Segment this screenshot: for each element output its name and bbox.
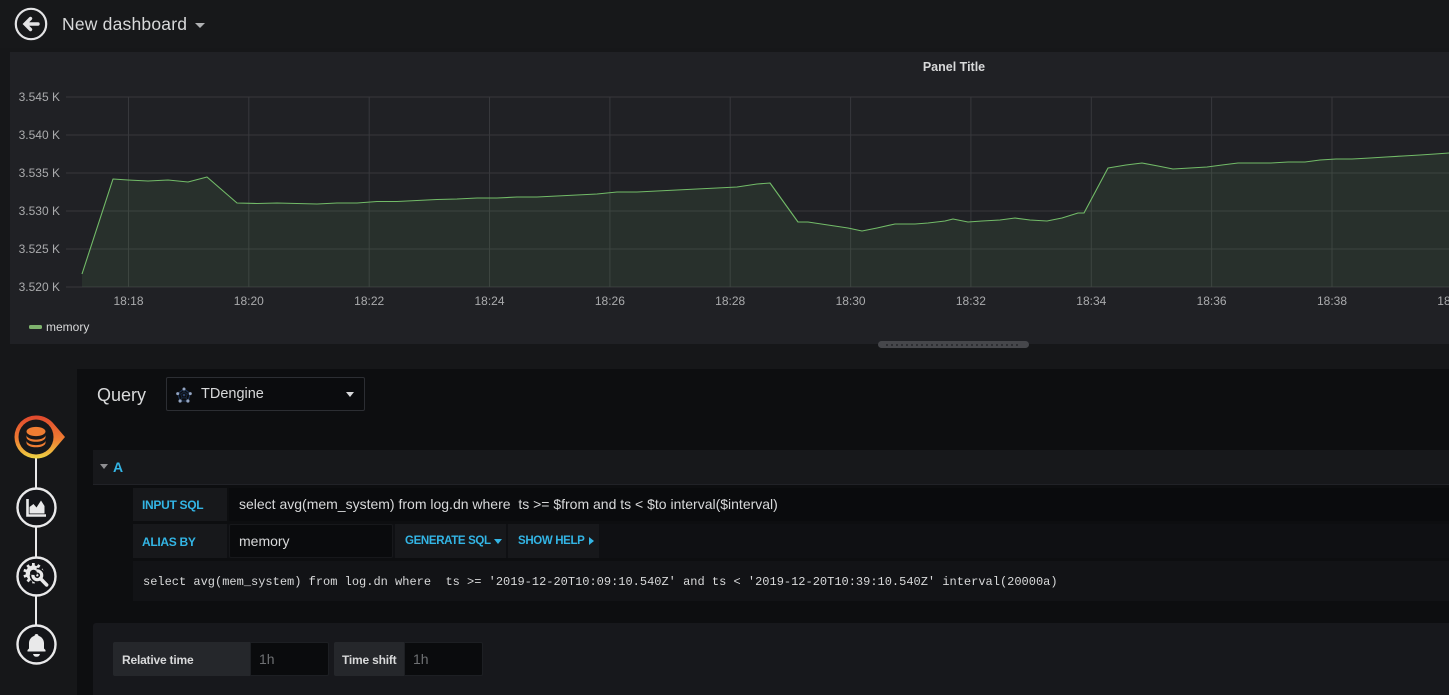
svg-text:18:24: 18:24 [474, 294, 504, 308]
svg-text:3.525 K: 3.525 K [19, 242, 60, 256]
svg-text:3.530 K: 3.530 K [19, 204, 60, 218]
svg-text:18:32: 18:32 [956, 294, 986, 308]
svg-text:18:40: 18:40 [1437, 294, 1449, 308]
svg-text:3.545 K: 3.545 K [19, 90, 60, 104]
svg-text:3.535 K: 3.535 K [19, 166, 60, 180]
svg-text:3.520 K: 3.520 K [19, 280, 60, 294]
svg-text:18:36: 18:36 [1197, 294, 1227, 308]
svg-text:3.540 K: 3.540 K [19, 128, 60, 142]
svg-text:18:28: 18:28 [715, 294, 745, 308]
svg-text:18:22: 18:22 [354, 294, 384, 308]
svg-text:18:34: 18:34 [1076, 294, 1106, 308]
svg-text:18:20: 18:20 [234, 294, 264, 308]
svg-text:18:18: 18:18 [113, 294, 143, 308]
svg-text:18:38: 18:38 [1317, 294, 1347, 308]
svg-text:18:30: 18:30 [836, 294, 866, 308]
svg-text:18:26: 18:26 [595, 294, 625, 308]
